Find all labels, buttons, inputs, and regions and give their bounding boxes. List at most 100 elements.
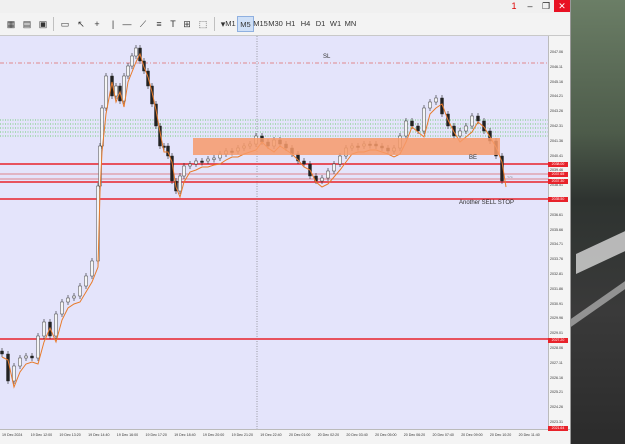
price-axis-label: 2029.01 <box>550 331 563 336</box>
sell-stop-label: Another SELL STOP <box>459 200 515 206</box>
price-tag: 2027.20 <box>548 338 568 343</box>
horizontal-line-icon[interactable]: — <box>120 16 134 32</box>
time-axis-label: 20 Dec 10:20 <box>489 433 512 437</box>
timeframe-mn[interactable]: MN <box>342 16 359 32</box>
price-axis-label: 2034.71 <box>550 242 563 247</box>
channel-icon[interactable]: ≡ <box>152 16 166 32</box>
price-axis-label: 2042.31 <box>550 124 563 128</box>
candle-body <box>404 120 408 137</box>
time-axis-label: 19 Dec 17:20 <box>145 433 167 437</box>
price-axis-label: 2036.61 <box>550 212 563 217</box>
price-axis-label: 2045.16 <box>550 79 563 84</box>
trend-line-icon[interactable]: ⟋ <box>136 16 150 32</box>
candle-body <box>428 101 432 109</box>
candle-body <box>134 47 138 57</box>
price-axis-label: 2040.41 <box>550 153 563 158</box>
candle-body <box>60 301 64 315</box>
price-axis-label: 2033.76 <box>550 257 563 262</box>
time-axis-label: 20 Dec 06:20 <box>403 433 426 437</box>
candle-body <box>458 130 462 137</box>
time-axis-label: 19 Dec 14:40 <box>88 433 110 437</box>
toolbar-separator <box>214 17 215 31</box>
price-axis-label: 2032.81 <box>550 272 563 276</box>
candle-body <box>18 357 22 367</box>
price-tag: 2037.30 <box>548 179 568 184</box>
time-axis-label: 19 Dec 22:40 <box>260 433 282 437</box>
candle-body <box>130 55 134 67</box>
toolbar: ▦ ▤ ▣ ▭ ↖ + | — ⟋ ≡ T ⊞ ⬚ ▾ M1 M5 M15 M30 H1… <box>0 13 570 36</box>
terminal-window: 1 – ❐ ✕ ▦ ▤ ▣ ▭ ↖ + | — ⟋ ≡ T ⊞ ⬚ ▾ M1 M5… <box>0 0 571 444</box>
price-axis-label: 2025.21 <box>550 390 563 395</box>
crosshair-icon[interactable]: + <box>90 16 104 32</box>
candle-body <box>206 158 210 162</box>
bid-marker: ~~ <box>507 175 513 181</box>
price-axis-label: 2030.91 <box>550 301 563 306</box>
text-icon[interactable]: T <box>166 16 180 32</box>
road-marking <box>576 226 625 274</box>
cursor-icon[interactable]: ↖ <box>74 16 88 32</box>
background-photo <box>571 0 625 444</box>
toolbar-separator <box>53 17 54 31</box>
candle-body <box>126 65 130 77</box>
candle-body <box>464 125 468 132</box>
close-button[interactable]: ✕ <box>554 0 570 12</box>
price-axis-label: 2047.06 <box>550 50 563 54</box>
new-chart-icon[interactable]: ▦ <box>4 16 18 32</box>
candle-body <box>182 165 186 177</box>
price-axis-label: 2028.06 <box>550 346 563 350</box>
candle-body <box>30 355 34 359</box>
zoom-icon[interactable]: ▣ <box>36 16 50 32</box>
vertical-line-icon[interactable]: | <box>106 16 120 32</box>
price-axis-label: 2031.86 <box>550 286 563 291</box>
time-axis-label: 19 Dec 18:40 <box>174 433 196 437</box>
be-zone[interactable] <box>193 138 500 155</box>
minimize-button[interactable]: – <box>522 0 538 12</box>
candle-body <box>104 75 108 109</box>
candle-body <box>178 175 182 192</box>
time-axis-label: 20 Dec 02:20 <box>317 433 340 437</box>
time-axis-label: 20 Dec 05:00 <box>375 433 397 437</box>
candle-body <box>212 157 216 160</box>
time-axis-label: 19 Dec 16:00 <box>116 433 139 437</box>
candle-body <box>6 353 10 382</box>
candle-body <box>194 160 198 165</box>
price-tag: 2037.65 <box>548 172 568 177</box>
candle-body <box>78 285 82 297</box>
shapes-icon[interactable]: ⬚ <box>196 16 210 32</box>
candle-body <box>200 160 204 163</box>
candle-body <box>90 260 94 277</box>
price-tag: 2035.50 <box>548 197 568 202</box>
label-icon[interactable]: ⊞ <box>180 16 194 32</box>
maximize-button[interactable]: ❐ <box>538 0 554 12</box>
chart-type-icon[interactable]: ▤ <box>20 16 34 32</box>
candle-body <box>66 297 70 303</box>
badge-icon[interactable]: 1 <box>506 0 522 12</box>
time-axis-label: 19 Dec 12:00 <box>30 433 53 437</box>
candle-body <box>320 177 324 182</box>
time-axis-label: 20 Dec 09:00 <box>461 433 483 437</box>
time-axis-label: 19 Dec 20:00 <box>202 433 225 437</box>
candle-body <box>434 97 438 103</box>
time-axis-label: 20 Dec 01:00 <box>289 433 311 437</box>
road-marking <box>571 281 625 327</box>
price-axis-label: 2035.66 <box>550 227 563 232</box>
candle-body <box>338 155 342 165</box>
be-label: BE <box>469 155 478 161</box>
price-axis-label: 2041.36 <box>550 138 563 143</box>
candlestick-chart <box>0 36 548 429</box>
candle-body <box>470 115 474 127</box>
price-chart[interactable]: SL BE Another SELL STOP ~~ <box>0 36 548 429</box>
candle-body <box>326 170 330 179</box>
time-axis-label: 20 Dec 11:40 <box>518 433 540 437</box>
price-axis-label: 2046.11 <box>550 64 563 69</box>
candle-body <box>422 107 426 132</box>
price-axis-label: 2023.31 <box>550 420 563 424</box>
screenshot-icon[interactable]: ▭ <box>58 16 72 32</box>
candle-body <box>122 75 126 102</box>
candle-body <box>476 115 480 122</box>
candle-body <box>24 355 28 359</box>
time-axis-label: 20 Dec 07:40 <box>432 433 454 437</box>
candle-body <box>12 365 16 382</box>
time-axis-label: 20 Dec 03:40 <box>346 433 368 437</box>
price-axis: 2047.06 2046.11 2045.16 2044.21 2043.26 2042.… <box>548 36 570 429</box>
